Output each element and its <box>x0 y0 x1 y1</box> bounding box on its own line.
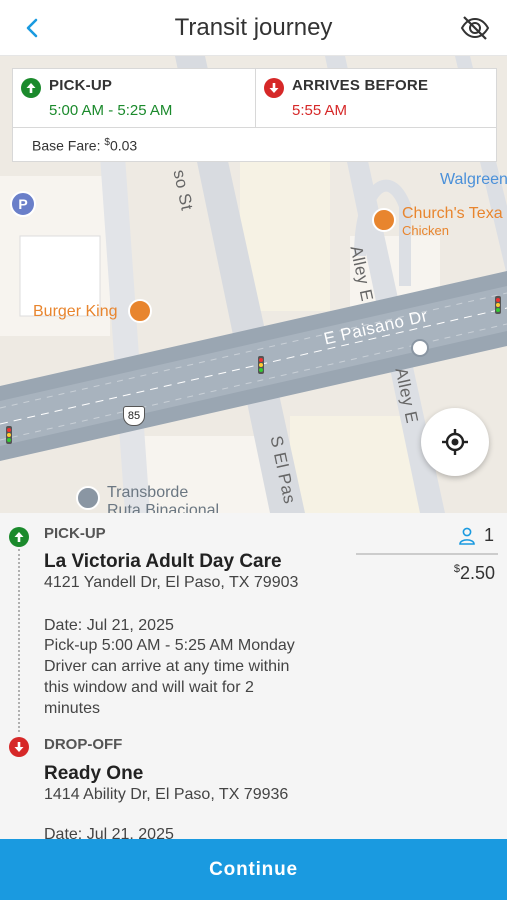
arrow-down-icon <box>9 737 29 757</box>
base-fare: Base Fare: $0.03 <box>32 137 137 154</box>
route-shield: 85 <box>123 406 145 426</box>
person-icon <box>459 527 475 545</box>
chevron-left-icon <box>26 18 38 38</box>
pickup-address: 4121 Yandell Dr, El Paso, TX 79903 <box>44 574 299 591</box>
transit-stop-icon <box>76 486 100 510</box>
eye-off-icon <box>460 16 490 40</box>
pickup-section-label: PICK-UP <box>44 525 106 542</box>
base-fare-label: Base Fare: <box>32 137 101 154</box>
restaurant-icon <box>128 299 152 323</box>
map-label-burger-king: Burger King <box>33 303 118 320</box>
arrives-summary: ARRIVES BEFORE 5:55 AM <box>256 69 498 127</box>
trip-details-panel[interactable]: PICK-UP La Victoria Adult Day Care 4121 … <box>0 513 507 839</box>
pickup-window: Pick-up 5:00 AM - 5:25 AM Monday <box>44 637 295 654</box>
map-label-churchs-sub: Chicken <box>402 223 449 238</box>
pickup-note-line-3: minutes <box>44 700 101 717</box>
locate-me-button[interactable] <box>421 408 489 476</box>
dropoff-place-name: Ready One <box>44 763 144 784</box>
map-label-transborde: Transborde <box>107 484 189 501</box>
trip-price: $2.50 <box>454 563 495 584</box>
continue-button[interactable]: Continue <box>0 839 507 900</box>
trip-summary-card: PICK-UP 5:00 AM - 5:25 AM ARRIVES BEFORE… <box>12 68 497 162</box>
base-fare-value: 0.03 <box>109 137 138 154</box>
pickup-note-line-1: Driver can arrive at any time within <box>44 658 290 675</box>
pickup-place-name: La Victoria Adult Day Care <box>44 551 282 572</box>
app-header: Transit journey <box>0 0 507 56</box>
passenger-count-value: 1 <box>483 525 494 545</box>
pickup-summary: PICK-UP 5:00 AM - 5:25 AM <box>13 69 256 127</box>
map-label-walgreens: Walgreen <box>440 171 507 188</box>
trip-price-value: 2.50 <box>459 563 495 583</box>
base-fare-row: Base Fare: $0.03 <box>13 127 496 163</box>
arrow-up-icon <box>21 78 41 98</box>
pickup-note-line-2: this window and will wait for 2 <box>44 679 254 696</box>
arrow-down-icon <box>264 78 284 98</box>
map-label-churchs: Church's Texa <box>402 205 503 222</box>
dropoff-address: 1414 Ability Dr, El Paso, TX 79936 <box>44 786 289 803</box>
pickup-summary-label: PICK-UP <box>49 77 113 94</box>
continue-button-label: Continue <box>209 858 298 880</box>
parking-icon: P <box>10 191 36 217</box>
restaurant-icon <box>372 208 396 232</box>
route-connector <box>18 549 20 732</box>
crosshair-icon <box>442 429 468 455</box>
toggle-visibility-button[interactable] <box>459 12 491 44</box>
map-label-ruta: Ruta Binacional <box>107 502 220 513</box>
dropoff-date: Date: Jul 21, 2025 <box>44 826 174 839</box>
arrow-up-icon <box>9 527 29 547</box>
pickup-summary-window: 5:00 AM - 5:25 AM <box>49 102 173 119</box>
arrives-summary-time: 5:55 AM <box>292 102 348 119</box>
page-title: Transit journey <box>174 13 333 41</box>
arrives-summary-label: ARRIVES BEFORE <box>292 77 429 94</box>
back-button[interactable] <box>18 14 46 42</box>
pickup-date: Date: Jul 21, 2025 <box>44 617 174 634</box>
passenger-count: 1 <box>356 523 498 555</box>
dropoff-section-label: DROP-OFF <box>44 736 123 753</box>
